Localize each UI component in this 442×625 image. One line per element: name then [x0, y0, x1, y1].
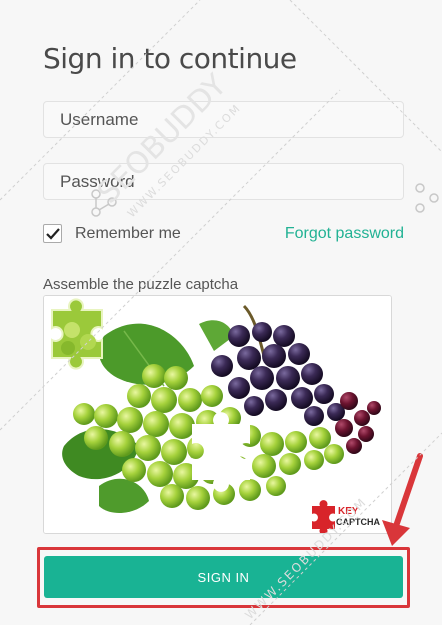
page-title: Sign in to continue: [43, 42, 297, 75]
checkmark-icon: [45, 227, 60, 240]
keycaptcha-logo-bottom: CAPTCHA: [336, 517, 380, 527]
sign-in-page: Sign in to continue Remember me Forgot p…: [0, 0, 442, 625]
keycaptcha-logo-top: KEY: [338, 506, 359, 517]
remember-me-checkbox[interactable]: [43, 224, 62, 243]
password-input[interactable]: [43, 163, 404, 200]
username-input[interactable]: [43, 101, 404, 138]
remember-me-label: Remember me: [75, 224, 181, 242]
puzzle-captcha[interactable]: KEY CAPTCHA: [43, 295, 392, 534]
captcha-instruction: Assemble the puzzle captcha: [43, 276, 239, 293]
red-arrow-icon: [382, 453, 423, 546]
forgot-password-link[interactable]: Forgot password: [285, 225, 404, 243]
sign-in-button[interactable]: SIGN IN: [44, 556, 403, 598]
remember-me-row[interactable]: Remember me: [43, 224, 181, 243]
grapes-image: KEY CAPTCHA: [44, 296, 391, 533]
